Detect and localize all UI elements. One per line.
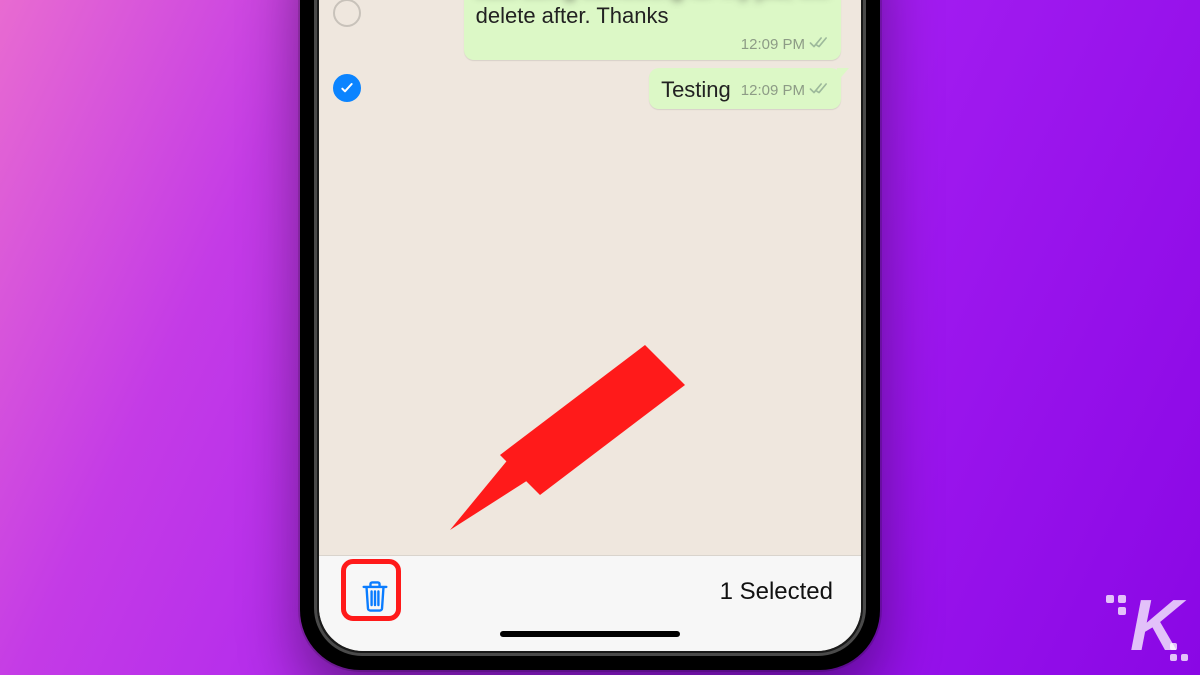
message-meta: 12:09 PM (741, 36, 829, 54)
phone-bezel: ████████ 12:09 PM (314, 0, 866, 656)
logo-dots-icon (1170, 643, 1192, 665)
message-text: Testing (661, 77, 731, 102)
message-row[interactable]: Just doing something for my job, will de… (319, 0, 861, 64)
selected-count-label: 1 Selected (720, 572, 833, 606)
chat-bubble[interactable]: Just doing something for my job, will de… (464, 0, 841, 60)
chat-area[interactable]: ████████ 12:09 PM (319, 0, 861, 555)
message-time: 12:09 PM (741, 82, 805, 99)
selection-circle[interactable] (333, 74, 361, 102)
selection-circle[interactable] (333, 0, 361, 27)
message-row[interactable]: Testing 12:09 PM (319, 64, 861, 114)
double-check-icon (809, 82, 829, 100)
message-meta: 12:09 PM (741, 82, 829, 100)
message-text-blurred: Just doing something for my job, will (476, 0, 829, 1)
brand-logo: K (1130, 585, 1180, 667)
message-text: delete after. Thanks (476, 2, 829, 30)
phone-frame: ████████ 12:09 PM (300, 0, 880, 670)
phone-screen: ████████ 12:09 PM (319, 0, 861, 651)
delete-button[interactable] (347, 568, 403, 624)
logo-dots-icon (1106, 595, 1130, 619)
home-indicator[interactable] (500, 631, 680, 637)
selection-toolbar: 1 Selected (319, 555, 861, 651)
message-time: 12:09 PM (741, 36, 805, 53)
trash-icon (359, 579, 391, 613)
checkmark-icon (339, 80, 355, 96)
chat-bubble[interactable]: Testing 12:09 PM (649, 68, 841, 110)
double-check-icon (809, 36, 829, 54)
